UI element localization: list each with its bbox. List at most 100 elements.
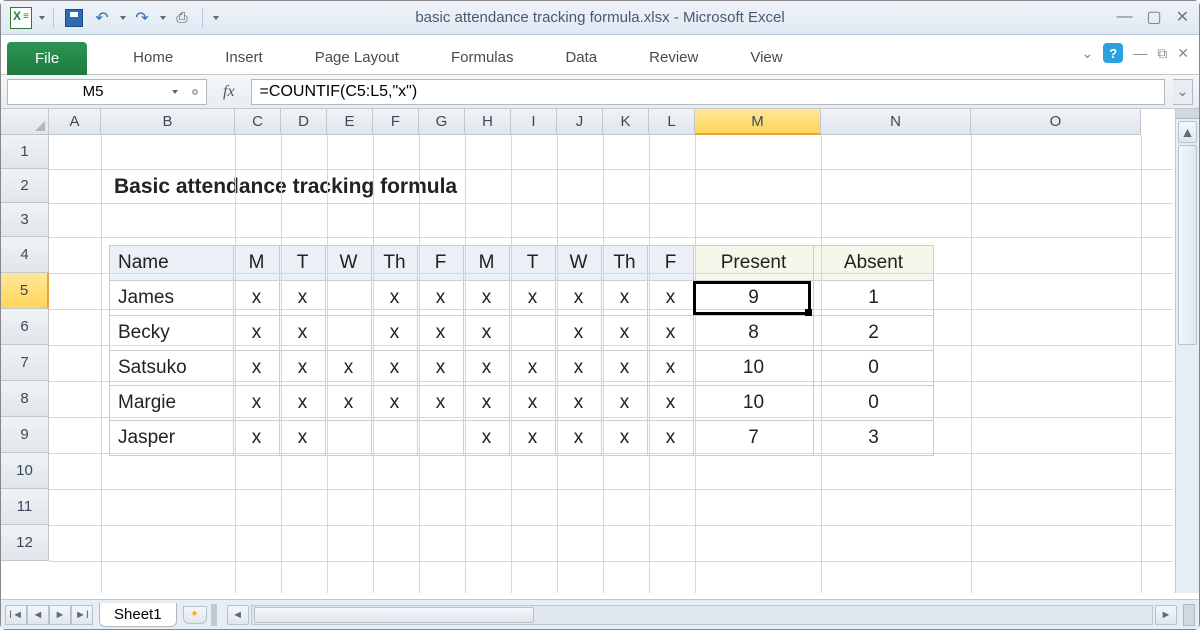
cell-absent[interactable]: 0 [814, 386, 934, 421]
row-header-7[interactable]: 7 [1, 345, 49, 381]
hscroll-thumb[interactable] [254, 607, 534, 623]
tab-review[interactable]: Review [623, 41, 724, 74]
scroll-right-button[interactable]: ► [1155, 605, 1177, 625]
cell-mark[interactable]: x [464, 421, 510, 456]
cell-mark[interactable]: x [418, 281, 464, 316]
cell-mark[interactable]: x [326, 386, 372, 421]
cell-mark[interactable]: x [602, 281, 648, 316]
cell-mark[interactable]: x [372, 281, 418, 316]
cell-name[interactable]: James [110, 281, 234, 316]
redo-caret[interactable] [160, 16, 166, 20]
col-header-K[interactable]: K [603, 109, 649, 135]
maximize-button[interactable]: ▢ [1146, 7, 1161, 27]
col-header-N[interactable]: N [821, 109, 971, 135]
workbook-close-button[interactable]: ✕ [1177, 45, 1189, 62]
cell-mark[interactable]: x [234, 386, 280, 421]
print-button[interactable]: ⎙ [170, 6, 194, 30]
workbook-minimize-button[interactable]: — [1133, 45, 1147, 61]
row-header-4[interactable]: 4 [1, 237, 49, 273]
cell-mark[interactable] [326, 281, 372, 316]
fx-label[interactable]: fx [215, 83, 243, 101]
cell-mark[interactable] [372, 421, 418, 456]
col-header-D[interactable]: D [281, 109, 327, 135]
tab-view[interactable]: View [724, 41, 808, 74]
cell-mark[interactable]: x [280, 281, 326, 316]
app-menu-caret[interactable] [39, 16, 45, 20]
cell-mark[interactable]: x [510, 281, 556, 316]
hsplit-handle[interactable] [1183, 604, 1195, 626]
row-header-1[interactable]: 1 [1, 135, 49, 169]
scroll-left-button[interactable]: ◄ [227, 605, 249, 625]
cell-mark[interactable] [326, 421, 372, 456]
hscroll-track[interactable] [251, 605, 1153, 625]
cell-mark[interactable]: x [280, 386, 326, 421]
cell-mark[interactable]: x [234, 281, 280, 316]
cell-mark[interactable]: x [556, 386, 602, 421]
col-header-C[interactable]: C [235, 109, 281, 135]
cell-mark[interactable]: x [648, 421, 694, 456]
cell-mark[interactable]: x [418, 386, 464, 421]
cell-absent[interactable]: 1 [814, 281, 934, 316]
tab-formulas[interactable]: Formulas [425, 41, 540, 74]
name-box-dropdown[interactable] [170, 89, 198, 95]
sheet-tab-sheet1[interactable]: Sheet1 [99, 603, 177, 627]
tab-insert[interactable]: Insert [199, 41, 289, 74]
col-header-F[interactable]: F [373, 109, 419, 135]
ribbon-minimize-icon[interactable]: ⌄ [1082, 45, 1094, 62]
minimize-button[interactable]: — [1116, 8, 1132, 26]
sheet-nav-next[interactable]: ► [49, 605, 71, 625]
tab-data[interactable]: Data [539, 41, 623, 74]
cell-mark[interactable]: x [234, 421, 280, 456]
row-header-8[interactable]: 8 [1, 381, 49, 417]
cell-absent[interactable]: 3 [814, 421, 934, 456]
formula-input[interactable]: =COUNTIF(C5:L5,"x") [251, 79, 1165, 105]
cells-area[interactable]: Basic attendance tracking formula NameMT… [49, 135, 1173, 593]
row-header-2[interactable]: 2 [1, 169, 49, 203]
row-header-11[interactable]: 11 [1, 489, 49, 525]
undo-button[interactable]: ↶ [90, 6, 114, 30]
file-tab[interactable]: File [7, 42, 87, 75]
row-header-12[interactable]: 12 [1, 525, 49, 561]
cell-mark[interactable]: x [648, 386, 694, 421]
col-header-O[interactable]: O [971, 109, 1141, 135]
new-sheet-button[interactable]: ✶ [183, 606, 207, 624]
cell-mark[interactable]: x [556, 281, 602, 316]
formula-expand-button[interactable]: ⌄ [1173, 79, 1193, 105]
cell-mark[interactable]: x [280, 421, 326, 456]
cell-mark[interactable]: x [464, 281, 510, 316]
save-button[interactable] [62, 6, 86, 30]
col-header-A[interactable]: A [49, 109, 101, 135]
tab-home[interactable]: Home [107, 41, 199, 74]
horizontal-scrollbar[interactable]: ◄ ► [227, 604, 1177, 626]
cell-present[interactable]: 7 [694, 421, 814, 456]
close-button[interactable]: ✕ [1176, 7, 1189, 27]
col-header-L[interactable]: L [649, 109, 695, 135]
qat-customize-caret[interactable] [213, 16, 219, 20]
col-header-I[interactable]: I [511, 109, 557, 135]
redo-button[interactable]: ↷ [130, 6, 154, 30]
row-header-10[interactable]: 10 [1, 453, 49, 489]
help-icon[interactable]: ? [1103, 43, 1123, 63]
sheet-nav-last[interactable]: ►I [71, 605, 93, 625]
cell-mark[interactable]: x [556, 421, 602, 456]
sheet-nav-first[interactable]: I◄ [5, 605, 27, 625]
sheet-nav-prev[interactable]: ◄ [27, 605, 49, 625]
workbook-restore-button[interactable]: ⧉ [1157, 45, 1167, 62]
cell-present[interactable]: 9 [694, 281, 814, 316]
row-header-9[interactable]: 9 [1, 417, 49, 453]
vertical-scrollbar[interactable]: ▲ [1175, 109, 1199, 593]
cell-mark[interactable]: x [602, 386, 648, 421]
cell-name[interactable]: Jasper [110, 421, 234, 456]
col-header-B[interactable]: B [101, 109, 235, 135]
cell-mark[interactable]: x [602, 421, 648, 456]
tab-split-handle[interactable] [211, 604, 217, 626]
cell-mark[interactable]: x [648, 281, 694, 316]
col-header-J[interactable]: J [557, 109, 603, 135]
excel-logo-icon[interactable] [9, 6, 33, 30]
cell-mark[interactable] [418, 421, 464, 456]
cell-mark[interactable]: x [372, 386, 418, 421]
cell-present[interactable]: 10 [694, 386, 814, 421]
cell-mark[interactable]: x [510, 421, 556, 456]
cell-name[interactable]: Margie [110, 386, 234, 421]
cell-mark[interactable]: x [510, 386, 556, 421]
